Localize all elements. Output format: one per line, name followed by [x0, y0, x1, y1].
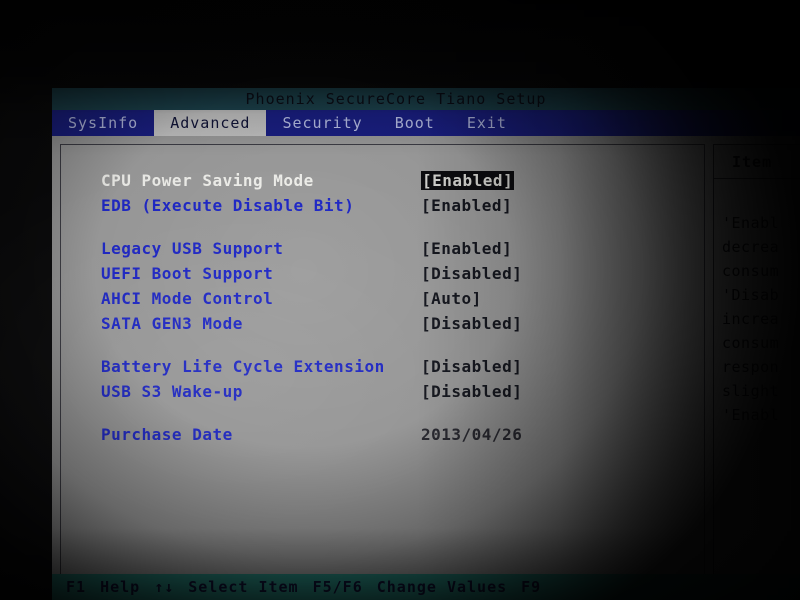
setting-label: UEFI Boot Support: [101, 264, 274, 283]
setting-row-battery-life-cycle-extension[interactable]: Battery Life Cycle Extension [Disabled]: [101, 357, 704, 382]
tab-sysinfo[interactable]: SysInfo: [52, 110, 154, 136]
setting-row-sata-gen3-mode[interactable]: SATA GEN3 Mode [Disabled]: [101, 314, 704, 339]
setting-value[interactable]: [Disabled]: [421, 264, 522, 283]
tab-boot[interactable]: Boot: [379, 110, 451, 136]
help-panel-title: Item: [714, 145, 800, 179]
setting-row-cpu-power-saving-mode[interactable]: CPU Power Saving Mode [Enabled]: [101, 171, 704, 196]
key-f5-f6[interactable]: F5/F6: [299, 574, 363, 600]
help-line: 'Enabl: [722, 214, 780, 232]
setting-label: Legacy USB Support: [101, 239, 284, 258]
photographed-screen: Phoenix SecureCore Tiano Setup SysInfo A…: [0, 0, 800, 600]
arrow-updown-icon[interactable]: ↑↓: [140, 574, 174, 600]
setting-label: SATA GEN3 Mode: [101, 314, 243, 333]
key-arrows-desc: Select Item: [188, 578, 299, 596]
help-line: respon: [722, 358, 780, 376]
setting-value[interactable]: [Disabled]: [421, 382, 522, 401]
setup-body: CPU Power Saving Mode [Enabled] EDB (Exe…: [52, 136, 800, 600]
help-line: increa: [722, 310, 780, 328]
setting-label: USB S3 Wake-up: [101, 382, 243, 401]
tab-exit[interactable]: Exit: [451, 110, 523, 136]
group-separator: [101, 407, 704, 425]
setting-value[interactable]: [Enabled]: [421, 171, 515, 190]
help-panel-text: 'Enabl decrea consum 'Disab increa consu…: [714, 179, 800, 427]
tab-advanced[interactable]: Advanced: [154, 110, 267, 136]
key-f9[interactable]: F9: [507, 574, 541, 600]
setting-label: AHCI Mode Control: [101, 289, 274, 308]
help-line: 'Enabl: [722, 406, 780, 424]
setting-label: Battery Life Cycle Extension: [101, 357, 385, 376]
setting-value[interactable]: [Auto]: [421, 289, 482, 308]
setting-row-purchase-date: Purchase Date 2013/04/26: [101, 425, 704, 450]
setting-value[interactable]: [Disabled]: [421, 357, 522, 376]
setting-value[interactable]: [Disabled]: [421, 314, 522, 333]
setting-row-usb-s3-wake-up[interactable]: USB S3 Wake-up [Disabled]: [101, 382, 704, 407]
setting-row-ahci-mode-control[interactable]: AHCI Mode Control [Auto]: [101, 289, 704, 314]
group-separator: [101, 221, 704, 239]
setting-row-uefi-boot-support[interactable]: UEFI Boot Support [Disabled]: [101, 264, 704, 289]
item-specific-help-panel: Item 'Enabl decrea consum 'Disab increa …: [713, 144, 800, 580]
setting-row-legacy-usb-support[interactable]: Legacy USB Support [Enabled]: [101, 239, 704, 264]
setting-row-edb[interactable]: EDB (Execute Disable Bit) [Enabled]: [101, 196, 704, 221]
key-f1-desc: Help: [100, 578, 141, 596]
setting-label: Purchase Date: [101, 425, 233, 444]
group-separator: [101, 339, 704, 357]
bios-screen: Phoenix SecureCore Tiano Setup SysInfo A…: [52, 88, 800, 600]
help-line: slight: [722, 382, 780, 400]
help-line: 'Disab: [722, 286, 780, 304]
setting-value: 2013/04/26: [421, 425, 523, 444]
key-f5-f6-desc: Change Values: [376, 578, 508, 596]
menu-bar: SysInfo Advanced Security Boot Exit: [52, 110, 800, 136]
help-line: decrea: [722, 238, 780, 256]
status-bar: F1 Help ↑↓ Select Item F5/F6 Change Valu…: [52, 574, 800, 600]
settings-panel: CPU Power Saving Mode [Enabled] EDB (Exe…: [60, 144, 705, 580]
help-line: consum: [722, 334, 780, 352]
setting-label: CPU Power Saving Mode: [101, 171, 314, 190]
window-title: Phoenix SecureCore Tiano Setup: [52, 88, 800, 110]
setting-value[interactable]: [Enabled]: [421, 196, 512, 215]
setting-label: EDB (Execute Disable Bit): [101, 196, 355, 215]
setting-value[interactable]: [Enabled]: [421, 239, 512, 258]
tab-security[interactable]: Security: [266, 110, 378, 136]
help-line: consum: [722, 262, 780, 280]
key-f1[interactable]: F1: [52, 574, 86, 600]
